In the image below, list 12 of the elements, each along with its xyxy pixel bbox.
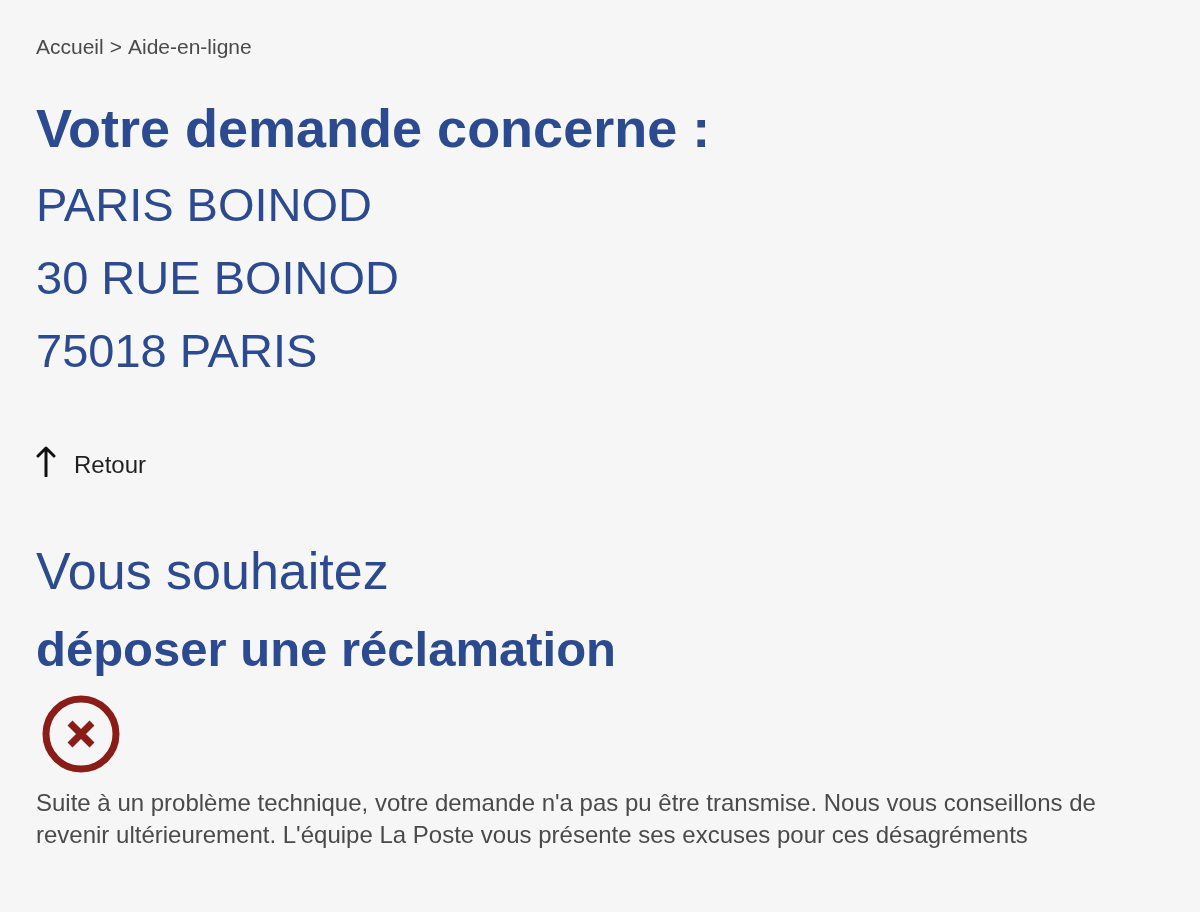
- request-type: déposer une réclamation: [36, 621, 617, 678]
- breadcrumb-separator: >: [109, 34, 122, 59]
- address-line: PARIS BOINOD: [36, 177, 374, 233]
- address-line: 30 RUE BOINOD: [36, 250, 401, 306]
- breadcrumb-link[interactable]: Accueil: [36, 34, 104, 59]
- breadcrumb-link[interactable]: Aide-en-ligne: [127, 34, 252, 59]
- back-link[interactable]: Retour: [74, 451, 147, 479]
- up-arrow-icon: [36, 446, 56, 477]
- request-intro: Vous souhaitez: [36, 541, 390, 602]
- status-message: Suite à un problème technique, votre demande n'a pas pu être transmise. Nous vous conseillons de revenir ultérieurement. L'équipe La Poste vous présente ses excuses pour ces désagréments: [36, 788, 1097, 850]
- address-line: 75018 PARIS: [36, 323, 319, 379]
- page-heading: Votre demande concerne :: [36, 97, 712, 160]
